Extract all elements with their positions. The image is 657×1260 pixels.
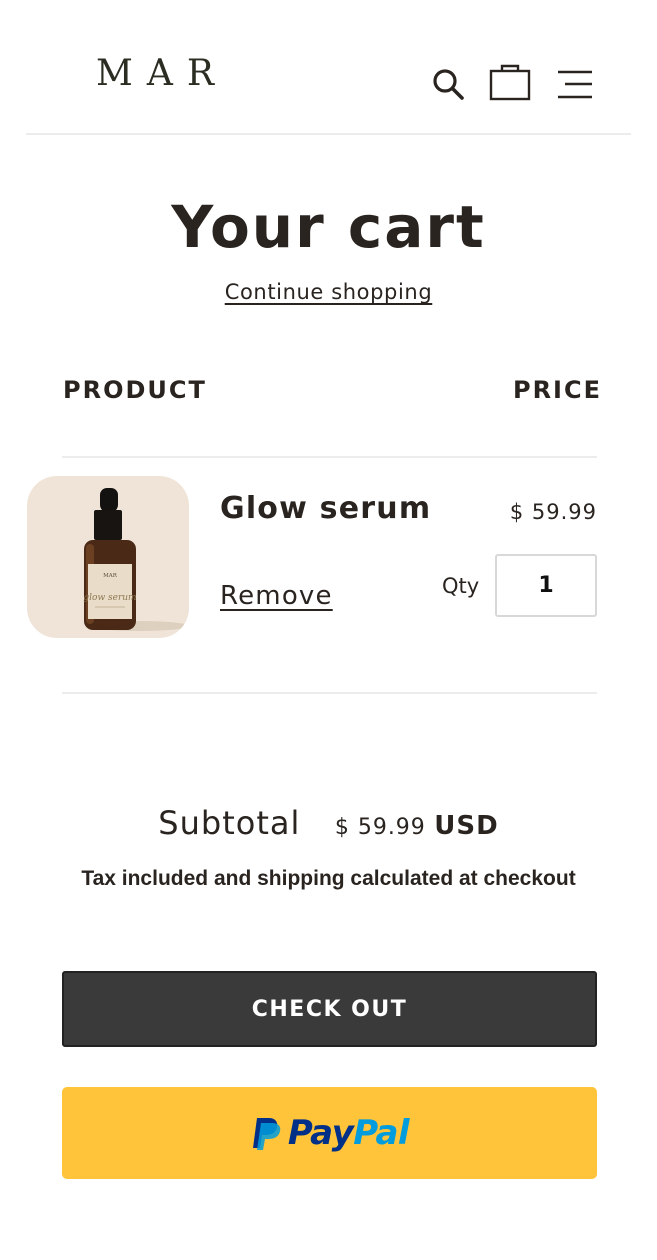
- subtotal-amount: $ 59.99: [334, 815, 426, 840]
- paypal-word-pay: Pay: [287, 1113, 354, 1153]
- paypal-word-pal: Pal: [353, 1113, 410, 1153]
- subtotal-label: Subtotal: [158, 804, 301, 842]
- page-title: Your cart: [171, 193, 486, 261]
- item-price: $ 59.99: [509, 500, 597, 524]
- checkout-button[interactable]: CHECK OUT: [62, 971, 597, 1047]
- qty-label: Qty: [442, 574, 480, 598]
- remove-button[interactable]: Remove: [220, 578, 333, 614]
- menu-icon[interactable]: [556, 68, 594, 102]
- bottle-script-text: glow serum: [83, 593, 136, 603]
- subtotal-row: Subtotal $ 59.99 USD: [0, 800, 657, 853]
- quantity-input[interactable]: [495, 554, 597, 617]
- continue-shopping-link[interactable]: Continue shopping: [225, 280, 433, 304]
- column-header-product: PRODUCT: [63, 376, 207, 404]
- continue-shopping-container: Continue shopping: [0, 280, 657, 304]
- search-icon[interactable]: [430, 66, 466, 102]
- cart-divider-bottom: [62, 692, 597, 694]
- subtotal-currency: USD: [434, 811, 499, 841]
- cart-divider-top: [62, 456, 597, 458]
- shopping-bag-icon[interactable]: [488, 62, 532, 102]
- tax-note: Tax included and shipping calculated at …: [81, 867, 576, 890]
- product-image[interactable]: MAR glow serum: [27, 476, 189, 638]
- header-divider: [26, 133, 631, 135]
- brand-logo[interactable]: MAR: [96, 54, 228, 94]
- paypal-logo-icon: [252, 1118, 281, 1150]
- paypal-wordmark: PayPal: [287, 1113, 410, 1153]
- site-header: MAR: [0, 0, 657, 136]
- serum-bottle-image: MAR glow serum: [83, 488, 189, 631]
- column-header-price: PRICE: [512, 376, 602, 404]
- checkout-button-label: CHECK OUT: [251, 996, 408, 1022]
- item-name[interactable]: Glow serum: [220, 490, 431, 528]
- paypal-button[interactable]: PayPal: [62, 1087, 597, 1179]
- bottle-brand-text: MAR: [103, 573, 118, 579]
